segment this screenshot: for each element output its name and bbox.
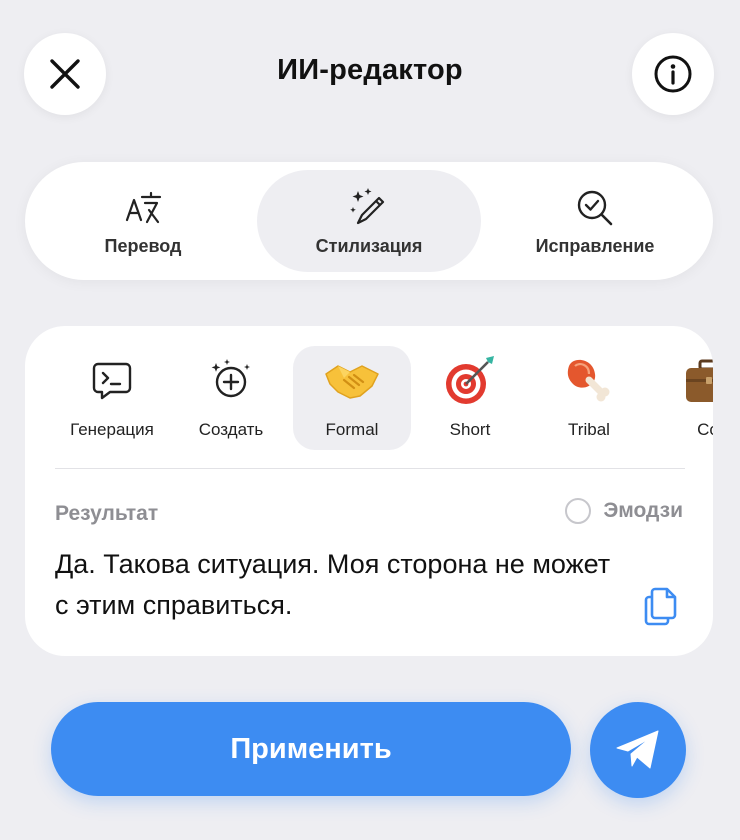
target-emoji — [446, 356, 494, 404]
tab-correct[interactable]: Исправление — [483, 170, 707, 272]
meat-emoji — [567, 359, 610, 402]
copy-button[interactable] — [639, 584, 683, 628]
emoji-radio[interactable] — [565, 498, 592, 524]
style-list[interactable]: Генерация Создать Formal Short Tribal C — [25, 346, 713, 450]
info-icon — [654, 55, 692, 93]
copy-icon — [644, 587, 677, 626]
terminal-icon — [92, 362, 132, 400]
translate-icon — [125, 191, 162, 223]
style-generate[interactable]: Генерация — [53, 346, 171, 450]
page-title: ИИ-редактор — [277, 54, 463, 86]
handshake-emoji — [325, 365, 379, 399]
style-short[interactable]: Short — [411, 346, 529, 450]
tab-stylize[interactable]: Стилизация — [257, 170, 481, 272]
divider — [55, 468, 685, 469]
send-button[interactable] — [590, 702, 686, 798]
style-co[interactable]: Co — [649, 346, 713, 450]
briefcase-emoji — [686, 359, 713, 402]
magic-pen-icon — [350, 187, 385, 224]
send-icon — [616, 730, 659, 769]
result-text: Да. Такова ситуация. Моя сторона не може… — [55, 549, 611, 620]
tab-translate[interactable]: Перевод — [31, 170, 255, 272]
mode-switcher: Перевод Стилизация Исправление — [25, 162, 713, 280]
style-label: Formal — [325, 420, 379, 439]
apply-button[interactable]: Применить — [51, 702, 571, 796]
emoji-toggle[interactable]: Эмодзи — [565, 498, 683, 524]
tab-label: Стилизация — [315, 235, 423, 256]
check-search-icon — [577, 190, 613, 225]
style-label: Создать — [198, 420, 264, 439]
result-label: Результат — [55, 502, 159, 525]
emoji-label: Эмодзи — [603, 499, 683, 522]
tab-label: Перевод — [104, 235, 182, 256]
info-button[interactable] — [632, 33, 714, 115]
add-sparkle-icon — [211, 359, 250, 398]
style-label: Short — [449, 420, 491, 439]
style-formal[interactable]: Formal — [293, 346, 411, 450]
style-tribal[interactable]: Tribal — [530, 346, 648, 450]
tab-label: Исправление — [535, 235, 655, 256]
editor-card: Генерация Создать Formal Short Tribal C … — [25, 326, 713, 656]
style-label: Tribal — [568, 420, 610, 439]
style-label: Генерация — [70, 420, 154, 439]
style-create[interactable]: Создать — [172, 346, 290, 450]
style-label: Co — [697, 420, 713, 439]
